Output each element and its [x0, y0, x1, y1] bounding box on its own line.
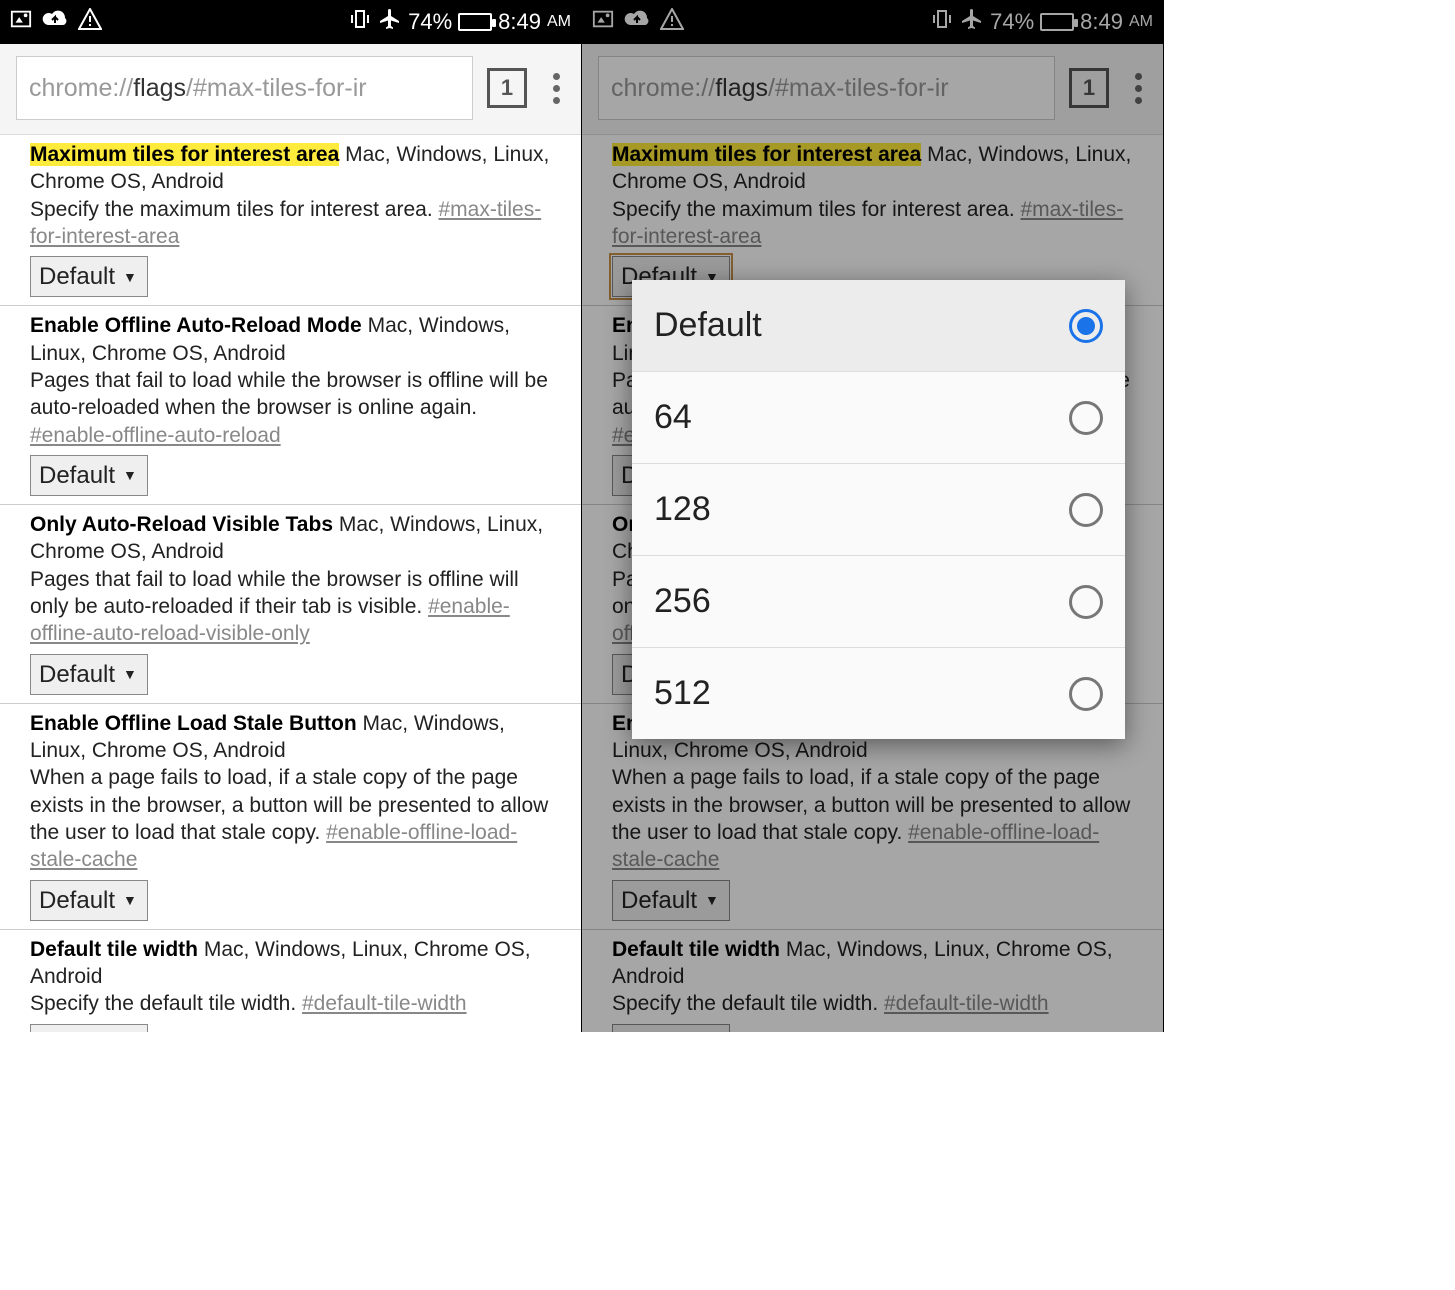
- radio-icon: [1069, 493, 1103, 527]
- browser-bar: chrome://flags/#max-tiles-for-ir 1: [582, 44, 1163, 135]
- airplane-icon: [378, 7, 402, 37]
- flag-select[interactable]: Default ▼: [30, 880, 148, 921]
- flag-item: Only Auto-Reload Visible Tabs Mac, Windo…: [0, 505, 581, 704]
- picture-icon: [10, 8, 32, 36]
- radio-icon: [1069, 585, 1103, 619]
- popup-option-label: 256: [654, 582, 711, 621]
- screenshot-left: 74% 8:49 AM chrome://flags/#max-tiles-fo…: [0, 0, 582, 1032]
- popup-option[interactable]: 512: [632, 648, 1125, 739]
- flag-item: Maximum tiles for interest area Mac, Win…: [0, 135, 581, 306]
- clock-time: 8:49: [498, 9, 541, 35]
- popup-option-label: 64: [654, 398, 692, 437]
- url-suffix: /#max-tiles-for-ir: [768, 74, 949, 103]
- flag-description: Specify the maximum tiles for interest a…: [30, 198, 439, 221]
- flag-anchor-link[interactable]: #enable-offline-auto-reload: [30, 424, 281, 447]
- tabs-button[interactable]: 1: [1069, 68, 1109, 108]
- flag-item: Enable Offline Load Stale Button Mac, Wi…: [0, 704, 581, 930]
- airplane-icon: [960, 7, 984, 37]
- url-main: flags: [715, 74, 768, 103]
- flag-select-value: Default: [39, 659, 115, 690]
- browser-bar: chrome://flags/#max-tiles-for-ir 1: [0, 44, 581, 135]
- flag-select[interactable]: Default ▼: [30, 455, 148, 496]
- flags-list-left: Maximum tiles for interest area Mac, Win…: [0, 135, 581, 1032]
- clock-ampm: AM: [1129, 13, 1153, 31]
- flag-title: Enable Offline Auto-Reload Mode: [30, 314, 362, 337]
- tabs-button[interactable]: 1: [487, 68, 527, 108]
- flag-description: Pages that fail to load while the browse…: [30, 369, 548, 419]
- popup-option-label: 512: [654, 674, 711, 713]
- flag-title: Enable Offline Load Stale Button: [30, 712, 357, 735]
- tab-count: 1: [1083, 75, 1095, 101]
- radio-icon: [1069, 309, 1103, 343]
- cloud-upload-icon: [42, 9, 68, 35]
- radio-icon: [1069, 677, 1103, 711]
- popup-option[interactable]: 128: [632, 464, 1125, 556]
- warning-icon: [660, 8, 684, 36]
- url-bar[interactable]: chrome://flags/#max-tiles-for-ir: [598, 56, 1055, 120]
- flag-item: Default tile width Mac, Windows, Linux, …: [582, 930, 1163, 1032]
- battery-icon: [458, 13, 492, 31]
- battery-icon: [1040, 13, 1074, 31]
- picture-icon: [592, 8, 614, 36]
- flag-title: Default tile width: [612, 938, 780, 961]
- menu-button[interactable]: [541, 73, 571, 104]
- flag-title: Maximum tiles for interest area: [30, 143, 339, 166]
- popup-option[interactable]: Default: [632, 280, 1125, 372]
- vibrate-icon: [930, 8, 954, 36]
- flag-item: Enable Offline Auto-Reload Mode Mac, Win…: [0, 306, 581, 505]
- screenshot-right: 74% 8:49 AM chrome://flags/#max-tiles-fo…: [582, 0, 1164, 1032]
- popup-option[interactable]: 256: [632, 556, 1125, 648]
- tab-count: 1: [501, 75, 513, 101]
- url-main: flags: [133, 74, 186, 103]
- flag-title: Maximum tiles for interest area: [612, 143, 921, 166]
- radio-icon: [1069, 401, 1103, 435]
- menu-button[interactable]: [1123, 73, 1153, 104]
- flag-select[interactable]: Default▼: [30, 1024, 148, 1032]
- chevron-down-icon: ▼: [123, 665, 137, 683]
- flag-select[interactable]: Default▼: [612, 1024, 730, 1032]
- url-prefix: chrome://: [611, 74, 715, 103]
- chevron-down-icon: ▼: [705, 891, 719, 909]
- chevron-down-icon: ▼: [123, 891, 137, 909]
- cloud-upload-icon: [624, 9, 650, 35]
- battery-percent: 74%: [990, 9, 1034, 35]
- flag-select-value: Default: [39, 1029, 115, 1032]
- url-bar[interactable]: chrome://flags/#max-tiles-for-ir: [16, 56, 473, 120]
- vibrate-icon: [348, 8, 372, 36]
- flag-select[interactable]: Default ▼: [612, 880, 730, 921]
- flag-select-value: Default: [39, 261, 115, 292]
- flag-description: Specify the maximum tiles for interest a…: [612, 198, 1021, 221]
- popup-option[interactable]: 64: [632, 372, 1125, 464]
- flag-description: Specify the default tile width.: [612, 992, 884, 1015]
- flag-select-value: Default: [621, 1029, 697, 1032]
- flag-select[interactable]: Default ▼: [30, 256, 148, 297]
- url-suffix: /#max-tiles-for-ir: [186, 74, 367, 103]
- chevron-down-icon: ▼: [123, 268, 137, 286]
- flag-select-value: Default: [39, 460, 115, 491]
- flag-description: Specify the default tile width.: [30, 992, 302, 1015]
- popup-option-label: 128: [654, 490, 711, 529]
- select-popup: Default 64 128 256 512: [632, 280, 1125, 739]
- flag-item: Default tile width Mac, Windows, Linux, …: [0, 930, 581, 1032]
- battery-percent: 74%: [408, 9, 452, 35]
- flag-select-value: Default: [621, 885, 697, 916]
- flag-select-value: Default: [39, 885, 115, 916]
- clock-ampm: AM: [547, 13, 571, 31]
- flag-anchor-link[interactable]: #default-tile-width: [302, 992, 467, 1015]
- warning-icon: [78, 8, 102, 36]
- popup-option-label: Default: [654, 306, 762, 345]
- chevron-down-icon: ▼: [123, 466, 137, 484]
- flag-title: Only Auto-Reload Visible Tabs: [30, 513, 333, 536]
- flag-title: Default tile width: [30, 938, 198, 961]
- flag-anchor-link[interactable]: #default-tile-width: [884, 992, 1049, 1015]
- clock-time: 8:49: [1080, 9, 1123, 35]
- url-prefix: chrome://: [29, 74, 133, 103]
- status-bar: 74% 8:49 AM: [0, 0, 581, 44]
- flag-select[interactable]: Default ▼: [30, 654, 148, 695]
- status-bar: 74% 8:49 AM: [582, 0, 1163, 44]
